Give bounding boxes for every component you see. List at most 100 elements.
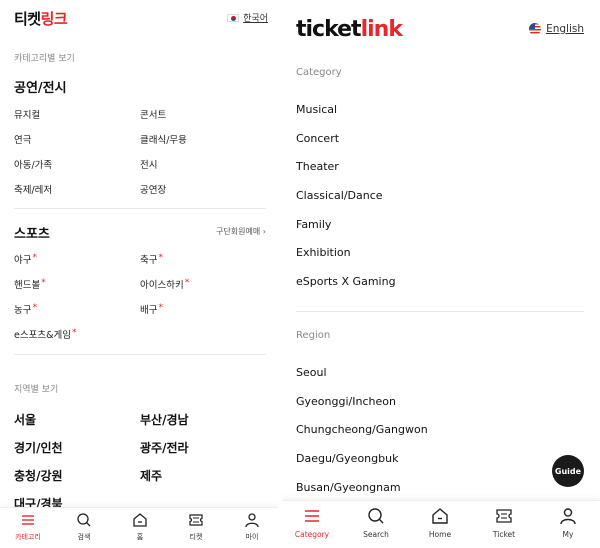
region-busan[interactable]: Busan/Gyeongnam	[296, 481, 401, 494]
region-section-title: Region	[296, 330, 331, 341]
new-marker: *	[41, 278, 46, 288]
english-screen: ticketlink English Category Musical Conc…	[282, 0, 600, 548]
menu-icon	[305, 510, 319, 522]
language-selector[interactable]: English	[529, 23, 584, 35]
sports-item-handball[interactable]: 핸드볼*	[14, 277, 46, 291]
tab-home[interactable]: 홈	[112, 512, 168, 542]
region-busan[interactable]: 부산/경남	[140, 411, 189, 428]
korea-flag-icon	[227, 13, 240, 22]
search-icon	[77, 513, 91, 527]
tab-label: 마이	[245, 533, 259, 541]
tab-search[interactable]: Search	[346, 507, 406, 539]
sports-item-label: 농구	[14, 305, 32, 316]
category-item-theater[interactable]: Theater	[296, 160, 339, 173]
category-item-classical[interactable]: Classical/Dance	[296, 189, 383, 202]
category-item-classical[interactable]: 클래식/무용	[140, 132, 187, 146]
logo-text-dark: ticket	[296, 17, 362, 42]
club-member-booking-label: 구단회원예매	[216, 227, 261, 236]
section-divider	[14, 208, 266, 209]
tab-home[interactable]: Home	[410, 507, 470, 539]
category-item-family[interactable]: Family	[296, 218, 331, 231]
sports-item-volleyball[interactable]: 배구*	[140, 302, 163, 316]
category-item-family[interactable]: 아동/가족	[14, 157, 52, 171]
ticketlink-logo[interactable]: ticketlink	[296, 17, 403, 42]
category-item-concert[interactable]: Concert	[296, 132, 339, 145]
user-icon	[560, 508, 576, 525]
home-icon	[133, 513, 147, 527]
korean-tab-bar: 카테고리 검색 홈 티켓 마이	[0, 507, 282, 548]
region-jeju[interactable]: 제주	[140, 467, 162, 484]
tab-category[interactable]: Category	[282, 507, 342, 539]
menu-icon	[22, 515, 34, 525]
category-section-title: 카테고리별 보기	[14, 54, 75, 64]
language-label: English	[546, 23, 584, 35]
region-gyeonggi[interactable]: 경기/인천	[14, 439, 63, 456]
sports-item-label: e스포츠&게임	[14, 330, 71, 341]
chevron-right-icon: ›	[262, 227, 266, 236]
region-seoul[interactable]: 서울	[14, 411, 36, 428]
korean-header: 티켓링크 한국어	[0, 0, 282, 36]
club-member-booking-link[interactable]: 구단회원예매 ›	[216, 226, 266, 237]
new-marker: *	[32, 253, 37, 263]
new-marker: *	[71, 328, 77, 338]
category-item-musical[interactable]: Musical	[296, 103, 337, 116]
tab-ticket[interactable]: Ticket	[474, 507, 534, 539]
region-section-title: 지역별 보기	[14, 385, 59, 395]
category-item-esports[interactable]: eSports X Gaming	[296, 275, 396, 288]
sports-item-basketball[interactable]: 농구*	[14, 302, 37, 316]
screens-container: 티켓링크 한국어 카테고리별 보기 공연/전시 뮤지컬 콘서트 연극 클래식/무…	[0, 0, 600, 548]
sports-item-label: 아이스하키	[140, 280, 184, 291]
language-label: 한국어	[243, 14, 268, 24]
region-chungcheong[interactable]: Chungcheong/Gangwon	[296, 423, 428, 436]
sports-item-label: 야구	[14, 255, 32, 266]
english-tab-bar: Category Search Home Ticket My	[282, 500, 600, 548]
tab-label: 티켓	[189, 533, 203, 541]
tab-label: Ticket	[492, 530, 516, 539]
tab-my[interactable]: My	[538, 507, 598, 539]
ticket-icon	[189, 514, 203, 526]
new-marker: *	[32, 303, 37, 313]
home-icon	[432, 508, 448, 524]
category-item-venue[interactable]: 공연장	[140, 182, 166, 196]
sports-item-label: 배구	[140, 305, 158, 316]
logo-text-red: link	[360, 17, 403, 42]
category-item-theater[interactable]: 연극	[14, 132, 31, 146]
category-item-exhibition[interactable]: 전시	[140, 157, 157, 171]
tab-label: My	[562, 530, 574, 539]
tab-my[interactable]: 마이	[224, 512, 280, 542]
tab-label: Search	[363, 530, 389, 539]
sports-item-soccer[interactable]: 축구*	[140, 252, 163, 266]
section-divider	[296, 311, 584, 312]
language-selector[interactable]: 한국어	[227, 11, 268, 24]
region-seoul[interactable]: Seoul	[296, 366, 327, 379]
sports-item-baseball[interactable]: 야구*	[14, 252, 37, 266]
category-item-concert[interactable]: 콘서트	[140, 107, 166, 121]
tab-ticket[interactable]: 티켓	[168, 512, 224, 542]
tab-label: 검색	[77, 533, 91, 541]
region-gyeonggi[interactable]: Gyeonggi/Incheon	[296, 395, 396, 408]
category-section-title: Category	[296, 67, 342, 78]
category-item-musical[interactable]: 뮤지컬	[14, 107, 40, 121]
region-gwangju[interactable]: 광주/전라	[140, 439, 189, 456]
category-item-festival[interactable]: 축제/레저	[14, 182, 52, 196]
region-chungcheong[interactable]: 충청/강원	[14, 467, 63, 484]
sports-item-esports[interactable]: e스포츠&게임*	[14, 327, 76, 341]
sports-item-label: 축구	[140, 255, 158, 266]
tab-label: Home	[428, 530, 452, 539]
tab-search[interactable]: 검색	[56, 512, 112, 542]
sports-item-icehockey[interactable]: 아이스하키*	[140, 277, 189, 291]
ticketlink-logo[interactable]: 티켓링크	[14, 8, 68, 29]
new-marker: *	[158, 303, 163, 313]
new-marker: *	[158, 253, 163, 263]
tab-label: Category	[294, 530, 330, 539]
region-daegu[interactable]: Daegu/Gyeongbuk	[296, 452, 398, 465]
category-item-exhibition[interactable]: Exhibition	[296, 246, 351, 259]
logo-text-red: 링크	[40, 10, 68, 28]
logo-text-dark: 티켓	[14, 10, 41, 28]
korean-screen: 티켓링크 한국어 카테고리별 보기 공연/전시 뮤지컬 콘서트 연극 클래식/무…	[0, 0, 282, 548]
tab-label: 홈	[136, 533, 144, 541]
user-icon	[245, 513, 259, 528]
sports-title: 스포츠	[14, 227, 50, 242]
guide-button[interactable]: Guide	[552, 455, 584, 487]
tab-category[interactable]: 카테고리	[0, 512, 56, 542]
